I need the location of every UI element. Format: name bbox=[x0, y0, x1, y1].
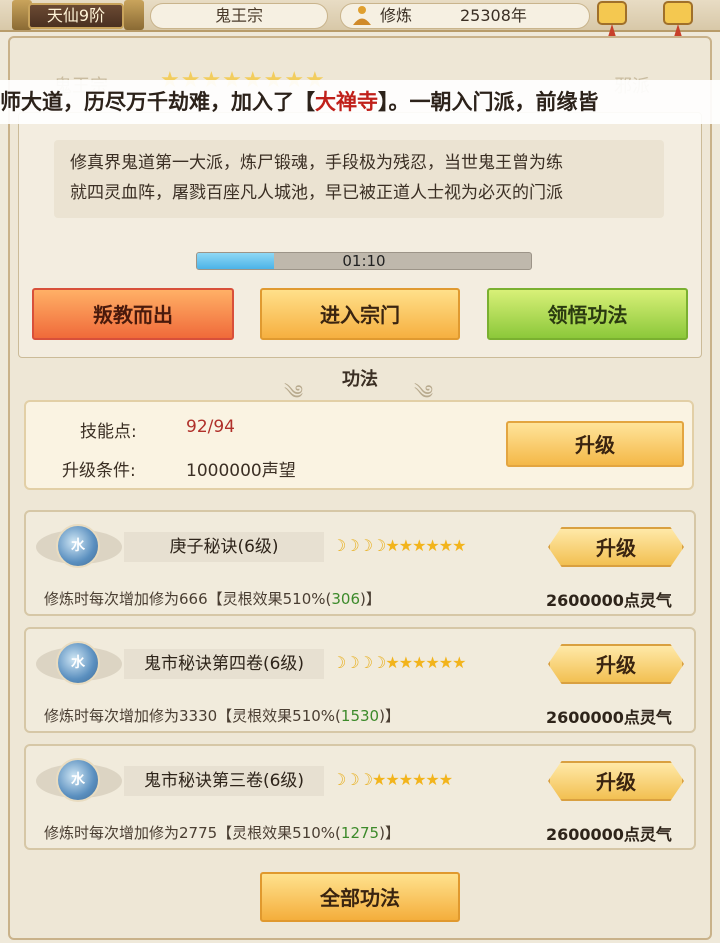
all-techniques-button[interactable]: 全部功法 bbox=[260, 872, 460, 922]
sect-description: 修真界鬼道第一大派，炼尸锻魂，手段极为残忍，当世鬼王曾为练 就四灵血阵，屠戮百座… bbox=[54, 140, 664, 218]
moon-icon: ☽ bbox=[332, 770, 346, 789]
water-element-icon: 水 bbox=[56, 641, 100, 685]
star-icon: ★ bbox=[452, 653, 466, 672]
rank-badge: 天仙9阶 bbox=[28, 3, 124, 29]
marquee-text-before: 师大道，历尽万千劫难，加入了【 bbox=[0, 90, 315, 114]
moon-icon: ☽ bbox=[358, 770, 373, 789]
star-icon: ★ bbox=[412, 653, 426, 672]
technique-effect: 修炼时每次增加修为3330【灵根效果510%(1530)】 bbox=[44, 705, 400, 726]
water-element-icon: 水 bbox=[56, 758, 100, 802]
marquee-highlight: 大禅寺 bbox=[315, 90, 378, 114]
technique-rating: ☽☽☽☽★★★★★★ bbox=[332, 536, 466, 555]
star-icon: ★ bbox=[372, 770, 386, 789]
upgrade-skill-points-button[interactable]: 升级 bbox=[506, 421, 684, 467]
water-element-icon: 水 bbox=[56, 524, 100, 568]
effect-text-end: )】 bbox=[379, 824, 400, 842]
technique-name: 鬼市秘诀第四卷(6级) bbox=[124, 649, 324, 679]
enter-sect-button[interactable]: 进入宗门 bbox=[260, 288, 460, 340]
effect-text: 修炼时每次增加修为3330【灵根效果510%( bbox=[44, 707, 341, 725]
moon-icon: ☽ bbox=[332, 653, 346, 672]
upgrade-technique-button[interactable]: 升级 bbox=[548, 527, 684, 567]
star-icon: ★ bbox=[438, 770, 453, 789]
moon-icon: ☽ bbox=[358, 536, 373, 555]
progress-time: 01:10 bbox=[342, 252, 386, 270]
technique-name: 庚子秘诀(6级) bbox=[124, 532, 324, 562]
technique-cost: 2600000点灵气 bbox=[546, 591, 672, 610]
star-icon: ★ bbox=[398, 536, 413, 555]
star-icon: ★ bbox=[398, 653, 413, 672]
cultivation-label: 修炼 bbox=[380, 6, 413, 25]
moon-icon: ☽ bbox=[372, 653, 386, 672]
section-title: 功法 bbox=[342, 369, 378, 390]
star-icon: ★ bbox=[398, 770, 413, 789]
star-icon: ★ bbox=[412, 770, 426, 789]
star-icon: ★ bbox=[438, 653, 453, 672]
star-icon: ★ bbox=[385, 536, 399, 555]
star-icon: ★ bbox=[452, 536, 466, 555]
effect-bonus: 1530 bbox=[340, 707, 380, 725]
star-icon: ★ bbox=[412, 536, 426, 555]
upgrade-technique-button[interactable]: 升级 bbox=[548, 644, 684, 684]
technique-rating: ☽☽☽☽★★★★★★ bbox=[332, 653, 466, 672]
betray-sect-button[interactable]: 叛教而出 bbox=[32, 288, 234, 340]
skill-points-value: 92/94 bbox=[186, 417, 235, 437]
moon-icon: ☽ bbox=[358, 653, 373, 672]
description-line: 就四灵血阵，屠戮百座凡人城池，早已被正道人士视为必灭的门派 bbox=[70, 183, 563, 203]
comprehend-technique-button[interactable]: 领悟功法 bbox=[487, 288, 688, 340]
star-icon: ★ bbox=[438, 536, 453, 555]
technique-effect: 修炼时每次增加修为2775【灵根效果510%(1275)】 bbox=[44, 822, 400, 843]
cultivation-years: 25308年 bbox=[460, 6, 527, 25]
star-icon: ★ bbox=[385, 770, 399, 789]
star-icon: ★ bbox=[425, 653, 439, 672]
technique-cost: 2600000点灵气 bbox=[546, 825, 672, 844]
effect-text: 修炼时每次增加修为2775【灵根效果510%( bbox=[44, 824, 341, 842]
star-icon: ★ bbox=[425, 536, 439, 555]
technique-name: 鬼市秘诀第三卷(6级) bbox=[124, 766, 324, 796]
technique-cost: 2600000点灵气 bbox=[546, 708, 672, 727]
moon-icon: ☽ bbox=[345, 536, 359, 555]
technique-rating: ☽☽☽★★★★★★ bbox=[332, 770, 453, 789]
star-icon: ★ bbox=[425, 770, 439, 789]
moon-icon: ☽ bbox=[345, 770, 359, 789]
effect-bonus: 1275 bbox=[340, 824, 380, 842]
description-line: 修真界鬼道第一大派，炼尸锻魂，手段极为残忍，当世鬼王曾为练 bbox=[70, 153, 563, 173]
moon-icon: ☽ bbox=[345, 653, 359, 672]
star-icon: ★ bbox=[385, 653, 399, 672]
marquee-text-after: 】。一朝入门派，前缘皆 bbox=[378, 90, 599, 114]
effect-text: 修炼时每次增加修为666【灵根效果510%( bbox=[44, 590, 332, 608]
upgrade-condition-value: 1000000声望 bbox=[186, 461, 296, 481]
effect-bonus: 306 bbox=[331, 590, 361, 608]
upgrade-condition-label: 升级条件: bbox=[62, 461, 136, 481]
moon-icon: ☽ bbox=[372, 536, 386, 555]
upgrade-technique-button[interactable]: 升级 bbox=[548, 761, 684, 801]
effect-text-end: )】 bbox=[360, 590, 381, 608]
technique-effect: 修炼时每次增加修为666【灵根效果510%(306)】 bbox=[44, 588, 381, 609]
skill-points-label: 技能点: bbox=[80, 422, 137, 442]
effect-text-end: )】 bbox=[379, 707, 400, 725]
rank-ornament-right bbox=[124, 0, 144, 30]
moon-icon: ☽ bbox=[332, 536, 346, 555]
announcement-marquee: 师大道，历尽万千劫难，加入了【大禅寺】。一朝入门派，前缘皆 bbox=[0, 80, 720, 124]
meditation-icon bbox=[353, 6, 371, 25]
sect-name[interactable]: 鬼王宗 bbox=[150, 3, 328, 29]
